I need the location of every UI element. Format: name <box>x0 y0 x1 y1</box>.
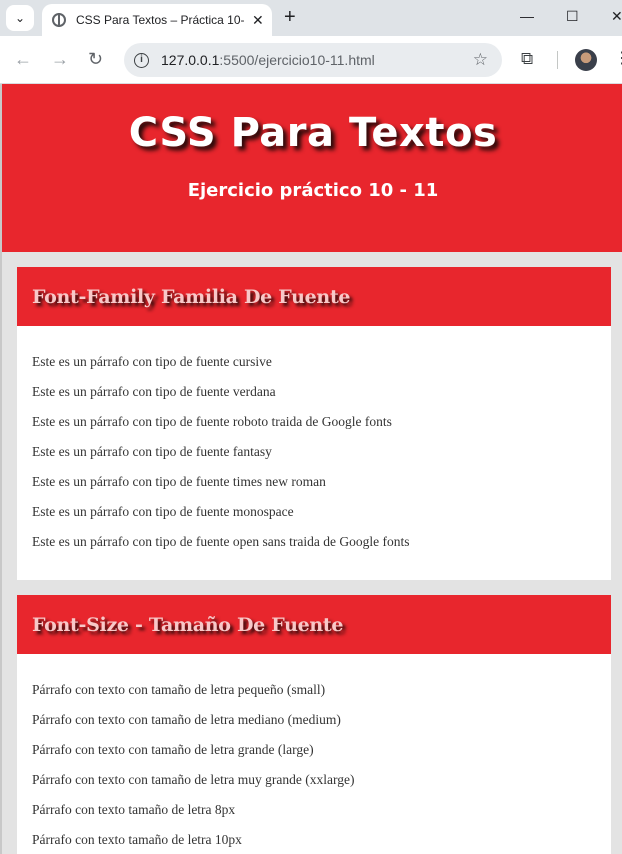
paragraph: Este es un párrafo con tipo de fuente mo… <box>32 504 294 519</box>
paragraph: Este es un párrafo con tipo de fuente ro… <box>32 414 392 429</box>
paragraph: Este es un párrafo con tipo de fuente ti… <box>32 474 326 489</box>
close-window-button[interactable]: ✕ <box>611 8 622 25</box>
bookmark-star-icon[interactable]: ☆ <box>473 50 488 70</box>
toolbar-divider <box>557 51 558 69</box>
url-path: :5500/ejercicio10-11.html <box>219 52 375 68</box>
globe-icon <box>52 13 66 27</box>
browser-tab[interactable]: CSS Para Textos – Práctica 10-11 ✕ <box>42 4 272 36</box>
section-body: Este es un párrafo con tipo de fuente cu… <box>17 326 611 560</box>
browser-menu-icon[interactable]: ⋮ <box>614 48 622 68</box>
tab-search-button[interactable]: ⌄ <box>6 5 34 31</box>
reload-button[interactable]: ↻ <box>88 49 103 69</box>
section-font-family: Font-Family Familia De Fuente Este es un… <box>17 267 611 580</box>
section-heading: Font-Size - Tamaño De Fuente <box>32 613 344 636</box>
site-info-icon[interactable]: i <box>134 52 149 68</box>
address-bar[interactable]: i 127.0.0.1:5500/ejercicio10-11.html ☆ <box>124 43 502 77</box>
back-button[interactable]: ← <box>14 49 32 69</box>
paragraph: Párrafo con texto con tamaño de letra gr… <box>32 742 314 757</box>
paragraph: Este es un párrafo con tipo de fuente fa… <box>32 444 272 459</box>
paragraph: Párrafo con texto con tamaño de letra pe… <box>32 682 326 697</box>
url-text: 127.0.0.1:5500/ejercicio10-11.html <box>161 52 375 68</box>
section-body: Párrafo con texto con tamaño de letra pe… <box>17 654 611 854</box>
tab-title: CSS Para Textos – Práctica 10-11 <box>76 13 244 27</box>
page-title: CSS Para Textos <box>128 110 498 156</box>
chevron-down-icon: ⌄ <box>14 11 26 25</box>
maximize-button[interactable]: ☐ <box>566 8 579 25</box>
section-font-size: Font-Size - Tamaño De Fuente Párrafo con… <box>17 595 611 854</box>
paragraph: Párrafo con texto con tamaño de letra me… <box>32 712 341 727</box>
extensions-icon[interactable]: ⧉ <box>521 49 533 69</box>
paragraph: Este es un párrafo con tipo de fuente ve… <box>32 384 276 399</box>
minimize-button[interactable]: — <box>520 8 534 24</box>
browser-tab-bar: ⌄ CSS Para Textos – Práctica 10-11 ✕ + —… <box>0 0 622 36</box>
paragraph: Párrafo con texto tamaño de letra 8px <box>32 802 236 817</box>
close-tab-icon[interactable]: ✕ <box>252 12 264 29</box>
page-header: CSS Para Textos Ejercicio práctico 10 - … <box>2 84 622 252</box>
section-header: Font-Size - Tamaño De Fuente <box>17 595 611 654</box>
new-tab-button[interactable]: + <box>284 6 296 28</box>
paragraph: Párrafo con texto tamaño de letra 10px <box>32 832 242 847</box>
forward-button[interactable]: → <box>51 49 69 69</box>
browser-toolbar: ← → ↻ i 127.0.0.1:5500/ejercicio10-11.ht… <box>0 36 622 84</box>
section-heading: Font-Family Familia De Fuente <box>32 285 351 308</box>
paragraph: Párrafo con texto con tamaño de letra mu… <box>32 772 355 787</box>
profile-avatar[interactable] <box>575 49 597 71</box>
paragraph: Este es un párrafo con tipo de fuente cu… <box>32 354 272 369</box>
paragraph: Este es un párrafo con tipo de fuente op… <box>32 534 410 549</box>
url-host: 127.0.0.1 <box>161 52 220 68</box>
page-subtitle: Ejercicio práctico 10 - 11 <box>187 180 439 201</box>
section-header: Font-Family Familia De Fuente <box>17 267 611 326</box>
page-viewport: CSS Para Textos Ejercicio práctico 10 - … <box>0 84 622 854</box>
